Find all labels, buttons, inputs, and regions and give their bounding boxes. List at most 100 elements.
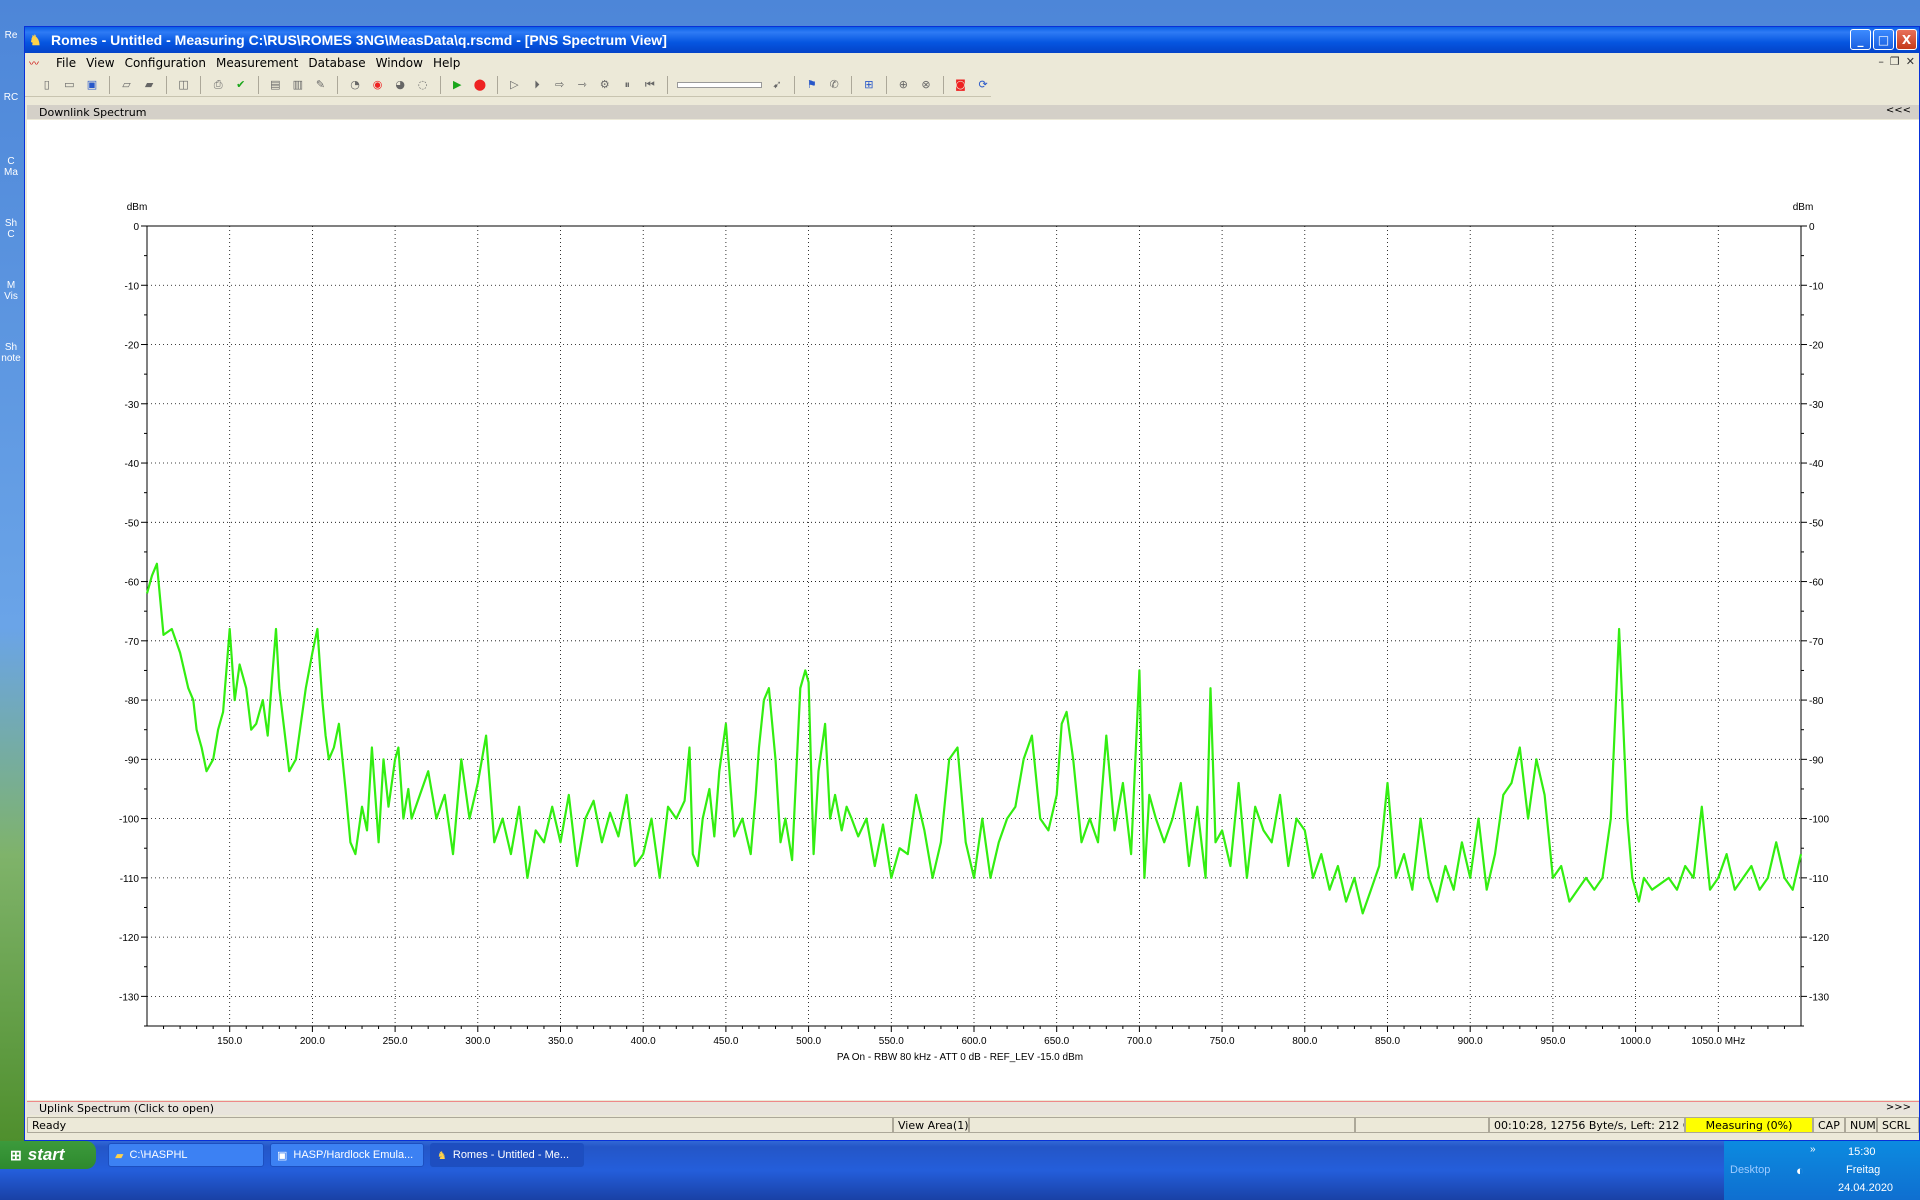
desktop-icon-3[interactable]: C Ma (0, 156, 22, 178)
title-bar[interactable]: ♞ Romes - Untitled - Measuring C:\RUS\RO… (25, 27, 1919, 53)
y-tick-label-right: -120 (1809, 933, 1829, 944)
spectrum-chart-area[interactable]: 0 0 -10 -10 -20 -20 -30 -30 -40 -40 -50 -50 -60 -60 -7… (27, 120, 1919, 1100)
network-icon[interactable]: ⊞ (861, 77, 877, 93)
task-haspl[interactable]: ▰ C:\HASPHL (108, 1143, 264, 1167)
device-icon[interactable]: ◔ (347, 77, 363, 93)
play-icon[interactable]: ▷ (507, 77, 523, 93)
desktop-icon-1[interactable]: Re (0, 30, 22, 41)
collapse-chevron[interactable]: <<< (1886, 105, 1911, 116)
toolbar-separator (942, 75, 944, 94)
toolbar-separator (337, 75, 339, 94)
record-device-icon[interactable]: ◉ (370, 77, 386, 93)
desktop-icon-6[interactable]: Sh note (0, 342, 22, 364)
report-icon[interactable]: ▤ (268, 77, 284, 93)
plugin-settings-icon[interactable]: ⊗ (918, 77, 934, 93)
toolbar-separator (257, 75, 259, 94)
x-tick-label: 800.0 (1292, 1036, 1317, 1047)
open-file-icon[interactable]: ▭ (62, 77, 78, 93)
alert-icon[interactable]: ◙ (953, 77, 969, 93)
check-icon[interactable]: ✔ (233, 77, 249, 93)
y-tick-label-left: -110 (120, 874, 140, 885)
toolbar-separator (165, 75, 167, 94)
desktop-icon-5[interactable]: M Vis (0, 280, 22, 302)
menu-file[interactable]: File (51, 56, 81, 70)
open-config-icon[interactable]: ▱ (119, 77, 135, 93)
spectrum-chart: 0 0 -10 -10 -20 -20 -30 -30 -40 -40 -50 -50 -60 -60 -7… (119, 202, 1829, 1063)
desktop-toolbar-label[interactable]: Desktop (1730, 1164, 1770, 1176)
menu-view[interactable]: View (81, 56, 119, 70)
step-forward-icon[interactable]: ⏵ (529, 77, 545, 93)
uplink-spectrum-header[interactable]: Uplink Spectrum (Click to open) >>> (27, 1101, 1919, 1115)
refresh-icon[interactable]: ⟳ (975, 77, 991, 93)
mdi-restore-button[interactable]: ❐ (1890, 55, 1900, 68)
toolbar-separator (496, 75, 498, 94)
tools-icon[interactable]: ✆ (827, 77, 843, 93)
y-tick-label-right: -50 (1809, 518, 1824, 529)
jump-icon[interactable]: ⇾ (574, 77, 590, 93)
pause-icon[interactable]: ⏸ (620, 77, 636, 93)
task-romes[interactable]: ♞ Romes - Untitled - Me... (430, 1143, 584, 1167)
device-off-icon[interactable]: ◌ (415, 77, 431, 93)
document-icon[interactable]: 〰 (29, 55, 45, 70)
new-file-icon[interactable]: ▯ (39, 77, 55, 93)
task-label: C:\HASPHL (129, 1149, 188, 1161)
y-tick-label-left: -60 (125, 578, 140, 589)
task-hasp-emulator[interactable]: ▣ HASP/Hardlock Emula... (270, 1143, 424, 1167)
mdi-minimize-button[interactable]: – (1878, 55, 1884, 68)
menu-help[interactable]: Help (428, 56, 465, 70)
x-tick-label: 550.0 (879, 1036, 904, 1047)
maximize-button[interactable]: □ (1873, 29, 1894, 50)
replay-speed-slider[interactable] (676, 81, 763, 88)
toolbar-separator (851, 75, 853, 94)
close-button[interactable]: X (1896, 29, 1917, 50)
save-config-icon[interactable]: ▰ (141, 77, 157, 93)
menu-window[interactable]: Window (371, 56, 428, 70)
export-icon[interactable]: ▥ (290, 77, 306, 93)
start-button[interactable]: ⊞ start (0, 1141, 96, 1169)
menu-configuration[interactable]: Configuration (120, 56, 211, 70)
network-tray-icon[interactable]: ◐ (1796, 1163, 1804, 1178)
x-tick-label: 650.0 (1044, 1036, 1069, 1047)
marker-icon[interactable]: ⚑ (804, 77, 820, 93)
clock-time[interactable]: 15:30 (1848, 1146, 1876, 1158)
pointer-icon[interactable]: ➹ (769, 77, 785, 93)
fast-forward-icon[interactable]: ⇨ (552, 77, 568, 93)
expand-chevron[interactable]: >>> (1886, 1102, 1911, 1113)
mdi-close-button[interactable]: ✕ (1906, 55, 1915, 68)
y-tick-label-right: -30 (1809, 400, 1824, 411)
x-tick-label: 250.0 (383, 1036, 408, 1047)
y-tick-label-left: -100 (119, 815, 139, 826)
y-tick-label-right: -40 (1809, 459, 1824, 470)
toolbar-separator (200, 75, 202, 94)
taskbar: ⊞ start ▰ C:\HASPHL ▣ HASP/Hardlock Emul… (0, 1141, 1920, 1200)
y-tick-label-right: -90 (1809, 755, 1824, 766)
x-tick-label: 600.0 (961, 1036, 986, 1047)
desktop-icon-4[interactable]: Sh C (0, 218, 22, 240)
y-tick-label-right: -130 (1809, 992, 1829, 1003)
clock-day: Freitag (1846, 1164, 1881, 1176)
y-tick-label-left: -30 (125, 400, 140, 411)
desktop-icon-2[interactable]: RC (0, 92, 22, 103)
plugin-icon[interactable]: ⊕ (896, 77, 912, 93)
toolbar: ▯ ▭ ▣ ▱ ▰ ◫ ⎙ ✔ ▤ ▥ ✎ ◔ ◉ ◕ ◌ ▶ ⬤ ▷ ⏵ ⇨ … (25, 73, 991, 97)
app-window-icon: ▣ (277, 1149, 288, 1162)
stop-measurement-icon[interactable]: ⬤ (472, 77, 488, 93)
toolbar-separator (108, 75, 110, 94)
tray-expand-icon[interactable]: » (1810, 1144, 1816, 1155)
save-icon[interactable]: ▣ (84, 77, 100, 93)
x-tick-label: 300.0 (465, 1036, 490, 1047)
start-measurement-icon[interactable]: ▶ (449, 77, 465, 93)
workspace-icon[interactable]: ◫ (176, 77, 192, 93)
y-tick-label-right: -70 (1809, 637, 1824, 648)
replay-settings-icon[interactable]: ⚙ (597, 77, 613, 93)
y-tick-label-left: -70 (125, 637, 140, 648)
rewind-icon[interactable]: ⏮ (642, 77, 658, 93)
menu-database[interactable]: Database (303, 56, 370, 70)
print-icon[interactable]: ⎙ (210, 77, 226, 93)
y-tick-label-left: -10 (125, 281, 140, 292)
downlink-spectrum-header[interactable]: Downlink Spectrum <<< (27, 105, 1919, 119)
device-settings-icon[interactable]: ◕ (392, 77, 408, 93)
minimize-button[interactable]: _ (1850, 29, 1871, 50)
edit-icon[interactable]: ✎ (313, 77, 329, 93)
menu-measurement[interactable]: Measurement (211, 56, 303, 70)
